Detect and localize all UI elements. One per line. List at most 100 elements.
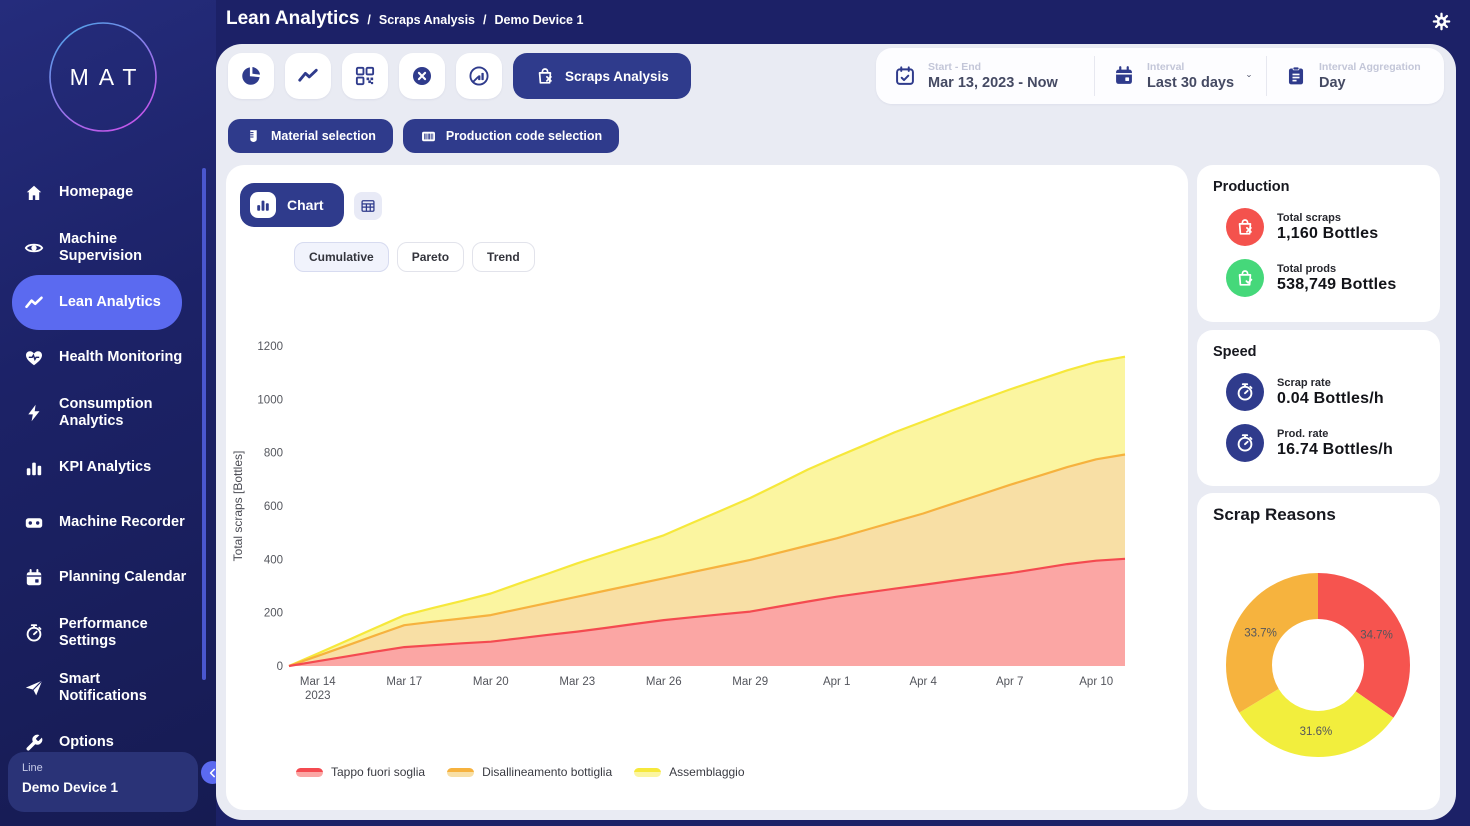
legend-item-assemblaggio[interactable]: Assemblaggio (634, 765, 744, 779)
breadcrumb: Lean Analytics / Scraps Analysis / Demo … (226, 8, 583, 30)
device-selector-value: Demo Device 1 (22, 780, 198, 795)
wrench-icon (24, 733, 44, 753)
sidebar-item-kpi-analytics[interactable]: KPI Analytics (0, 440, 204, 495)
button-label: Material selection (271, 129, 376, 143)
scrap-reasons-card: Scrap Reasons 34.7%31.6%33.7% (1197, 493, 1440, 810)
calendar-icon (1113, 65, 1135, 87)
legend-item-tappo-fuori-soglia[interactable]: Tappo fuori soglia (296, 765, 425, 779)
svg-text:400: 400 (264, 554, 283, 566)
svg-text:Apr 1: Apr 1 (823, 676, 851, 688)
app-logo: MAT (48, 21, 158, 133)
svg-text:600: 600 (264, 501, 283, 513)
svg-text:200: 200 (264, 608, 283, 620)
chart-mode-tabs: Cumulative Pareto Trend (294, 242, 535, 272)
interval-select[interactable]: Interval Last 30 days (1094, 56, 1266, 96)
svg-text:Mar 29: Mar 29 (732, 676, 768, 688)
sidebar-item-label: Consumption Analytics (59, 396, 189, 429)
legend-label: Assemblaggio (669, 765, 744, 779)
stat-label: Scrap rate (1277, 377, 1384, 389)
heart-pulse-icon (24, 348, 44, 368)
gauge-view-button[interactable] (456, 53, 502, 99)
sidebar-item-consumption-analytics[interactable]: Consumption Analytics (0, 385, 204, 440)
production-code-selection-button[interactable]: Production code selection (403, 119, 619, 153)
sidebar-item-lean-analytics[interactable]: Lean Analytics (12, 275, 182, 330)
sidebar-item-label: Smart Notifications (59, 671, 189, 704)
date-range-picker[interactable]: Start - End Mar 13, 2023 - Now (876, 56, 1094, 96)
legend-marker (296, 768, 323, 777)
stat-value: 0.04 Bottles/h (1277, 390, 1384, 408)
x-circle-icon (411, 65, 433, 87)
chart-view-button[interactable]: Chart (240, 183, 344, 227)
chart-legend: Tappo fuori soglia Disallineamento botti… (296, 765, 745, 779)
qr-code-view-button[interactable] (342, 53, 388, 99)
aggregation-value: Day (1319, 75, 1421, 91)
sidebar-item-label: Homepage (59, 184, 133, 201)
sidebar-scrollbar[interactable] (202, 168, 206, 680)
trend-icon (297, 65, 319, 87)
x-circle-view-button[interactable] (399, 53, 445, 99)
tab-cumulative[interactable]: Cumulative (294, 242, 389, 272)
svg-text:31.6%: 31.6% (1300, 726, 1333, 738)
barcode-icon (420, 128, 437, 145)
scraps-analysis-view-button[interactable]: Scraps Analysis (513, 53, 691, 99)
svg-text:1200: 1200 (257, 341, 283, 353)
sidebar-item-health-monitoring[interactable]: Health Monitoring (0, 330, 204, 385)
legend-marker (634, 768, 661, 777)
sidebar-item-smart-notifications[interactable]: Smart Notifications (0, 660, 204, 715)
eye-icon (24, 238, 44, 258)
material-icon (245, 128, 262, 145)
svg-text:Total scraps [Bottles]: Total scraps [Bottles] (231, 451, 245, 562)
sidebar-item-performance-settings[interactable]: Performance Settings (0, 605, 204, 660)
date-range-value: Mar 13, 2023 - Now (928, 75, 1058, 91)
bag-x-icon (535, 66, 555, 86)
tab-pareto[interactable]: Pareto (397, 242, 464, 272)
breadcrumb-section: Scraps Analysis (379, 13, 475, 27)
svg-text:Mar 26: Mar 26 (646, 676, 682, 688)
sidebar-nav: Homepage Machine Supervision Lean Analyt… (0, 165, 204, 770)
aggregation-select[interactable]: Interval Aggregation Day (1266, 56, 1444, 96)
main-panel: Scraps Analysis Start - End Mar 13, 2023… (216, 44, 1456, 820)
logo-text: MAT (48, 21, 158, 133)
stat-value: 16.74 Bottles/h (1277, 441, 1393, 459)
tab-trend[interactable]: Trend (472, 242, 535, 272)
sidebar: MAT Homepage Machine Supervision Lean An… (0, 0, 216, 826)
cumulative-area-chart: Total scraps [Bottles]020040060080010001… (226, 333, 1166, 713)
active-view-label: Scraps Analysis (565, 69, 669, 84)
sidebar-item-machine-recorder[interactable]: Machine Recorder (0, 495, 204, 550)
bolt-icon (24, 403, 44, 423)
date-range-label: Start - End (928, 61, 1058, 73)
line-device-selector[interactable]: Line Demo Device 1 (8, 752, 198, 812)
sidebar-item-planning-calendar[interactable]: Planning Calendar (0, 550, 204, 605)
calendar-icon (24, 568, 44, 588)
sidebar-item-machine-supervision[interactable]: Machine Supervision (0, 220, 204, 275)
trend-view-button[interactable] (285, 53, 331, 99)
table-view-button[interactable] (354, 192, 382, 220)
bar-chart-icon (250, 192, 276, 218)
gear-icon (1431, 11, 1452, 32)
pie-chart-view-button[interactable] (228, 53, 274, 99)
interval-label: Interval (1147, 61, 1234, 73)
svg-text:Mar 20: Mar 20 (473, 676, 509, 688)
chart-button-label: Chart (287, 197, 324, 213)
sidebar-item-homepage[interactable]: Homepage (0, 165, 204, 220)
sidebar-item-label: Machine Recorder (59, 514, 185, 531)
settings-button[interactable] (1431, 11, 1452, 32)
page-title: Lean Analytics (226, 8, 359, 30)
stat-value: 1,160 Bottles (1277, 225, 1378, 243)
table-icon (360, 197, 376, 215)
qr-code-icon (354, 65, 376, 87)
svg-text:33.7%: 33.7% (1244, 628, 1277, 640)
svg-text:0: 0 (277, 661, 283, 673)
legend-label: Tappo fuori soglia (331, 765, 425, 779)
svg-text:800: 800 (264, 448, 283, 460)
material-selection-button[interactable]: Material selection (228, 119, 393, 153)
chart-card: Chart Cumulative Pareto Trend Total scraps… (226, 165, 1188, 810)
legend-item-disallineamento-bottiglia[interactable]: Disallineamento bottiglia (447, 765, 612, 779)
pie-chart-icon (240, 65, 262, 87)
stopwatch-icon (24, 623, 44, 643)
aggregation-label: Interval Aggregation (1319, 61, 1421, 73)
svg-text:Mar 14: Mar 14 (300, 676, 336, 688)
send-icon (24, 678, 44, 698)
bar-chart-icon (24, 458, 44, 478)
scrap-reasons-title: Scrap Reasons (1213, 505, 1440, 525)
